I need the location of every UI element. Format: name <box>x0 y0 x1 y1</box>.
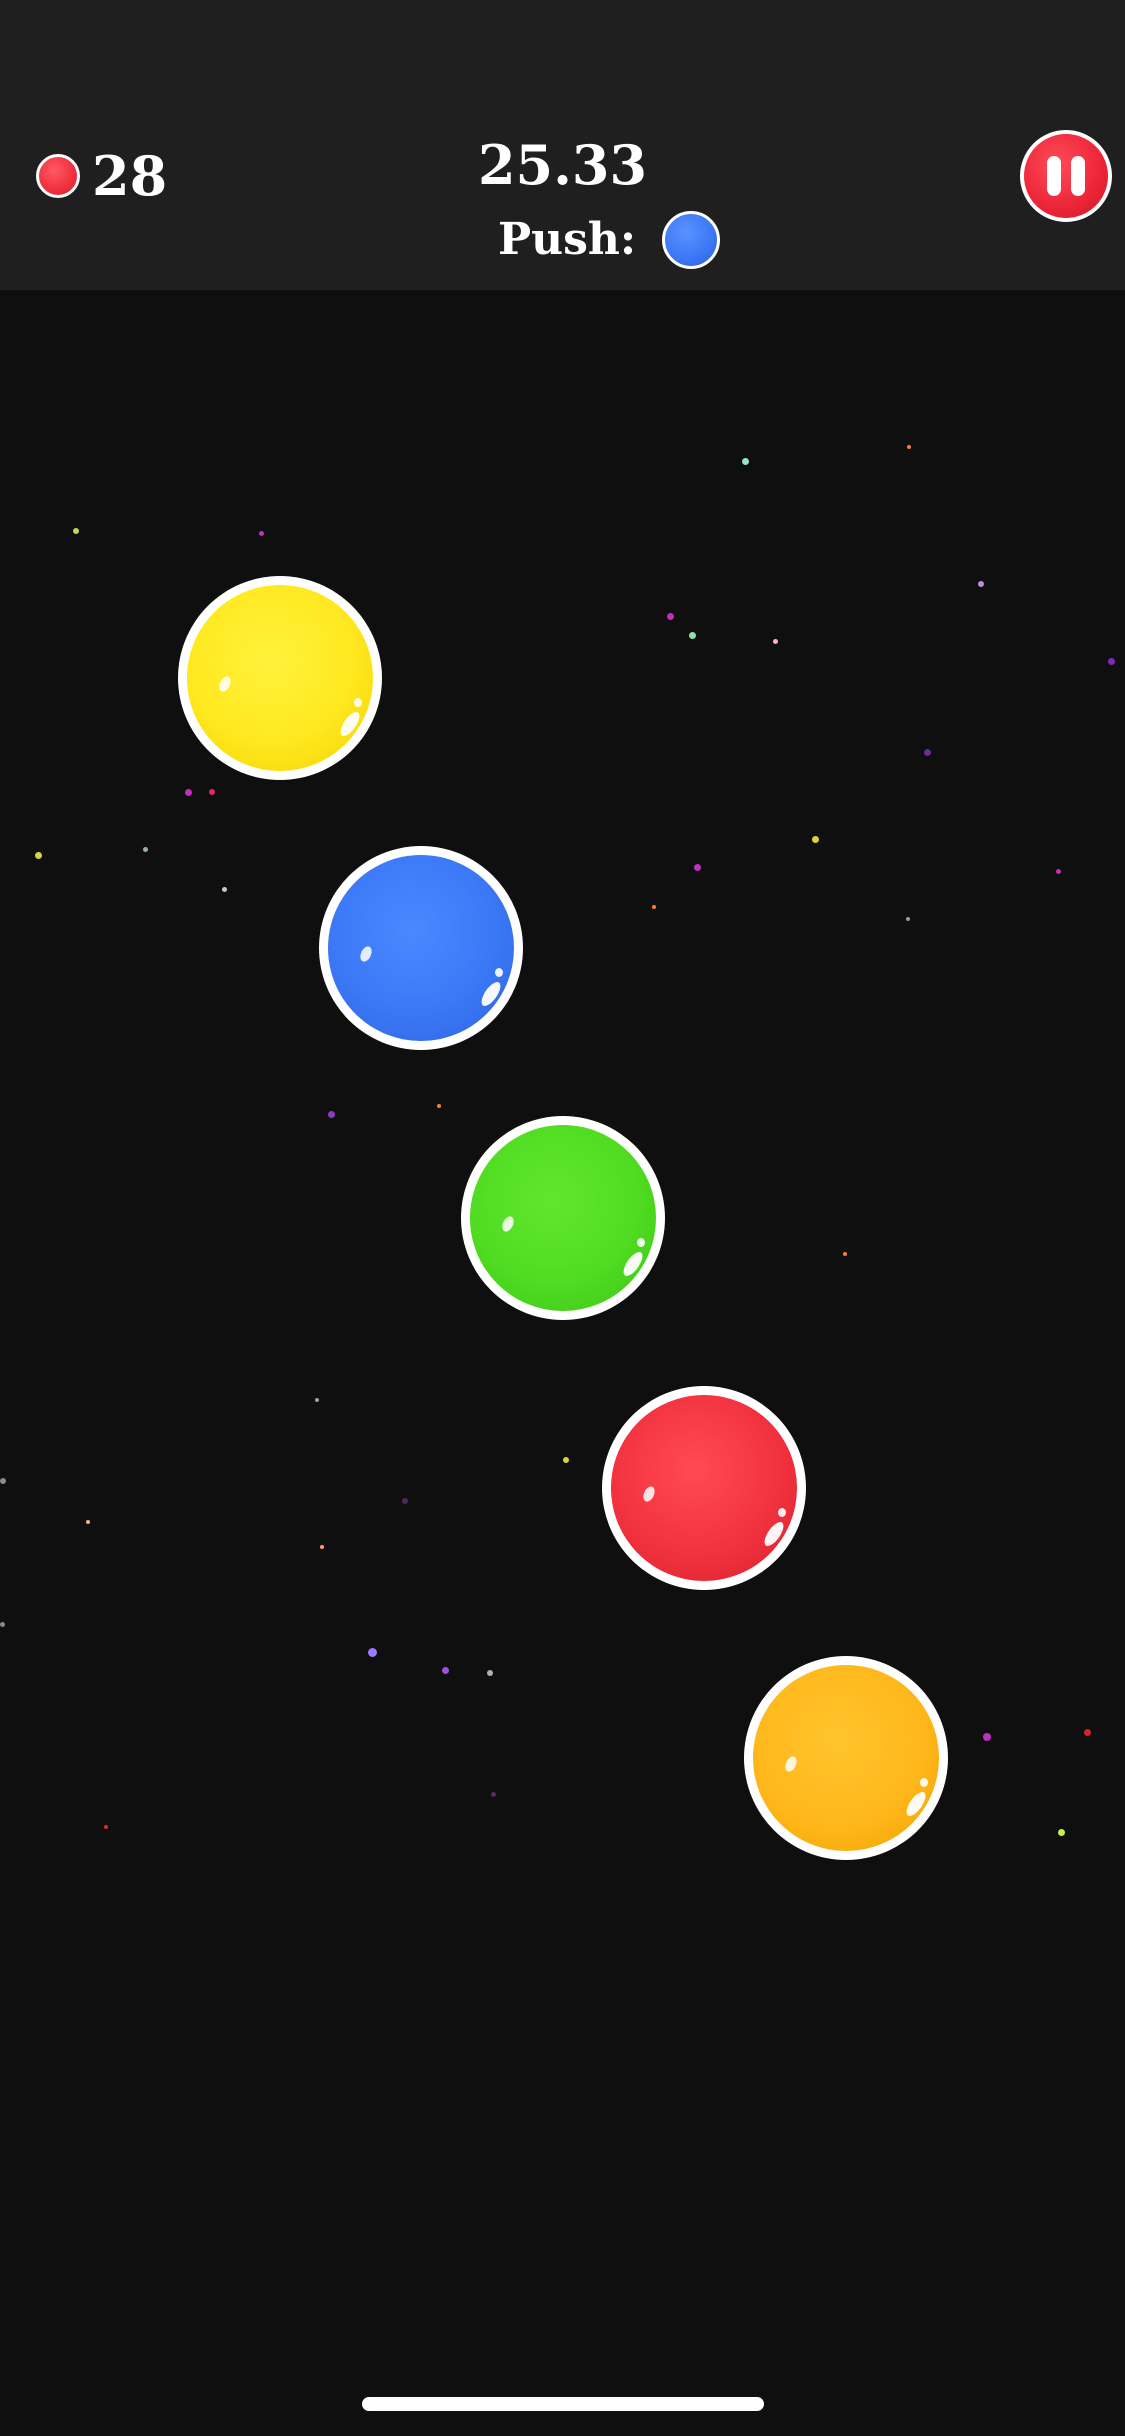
game-screen: 28 25.33 Push: <box>0 0 1125 2436</box>
push-target: Push: <box>498 210 721 270</box>
timer-display: 25.33 <box>477 133 648 197</box>
hud-bar: 28 25.33 Push: <box>0 0 1125 290</box>
pause-icon <box>1047 156 1061 196</box>
bubble-orange[interactable] <box>744 1656 948 1860</box>
home-indicator[interactable] <box>362 2397 764 2411</box>
bubble-green[interactable] <box>461 1116 665 1320</box>
push-label: Push: <box>498 214 637 265</box>
pause-button[interactable] <box>1020 130 1112 222</box>
bubble-red[interactable] <box>602 1386 806 1590</box>
bubble-blue[interactable] <box>319 846 523 1050</box>
blue-target-ball-icon <box>662 211 721 269</box>
bubble-yellow[interactable] <box>178 576 382 780</box>
